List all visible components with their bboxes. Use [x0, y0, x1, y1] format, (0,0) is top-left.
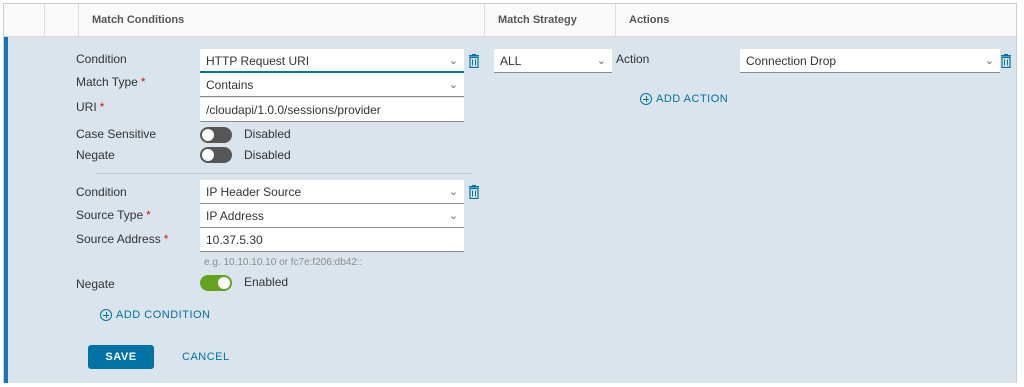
negate-label: Negate — [76, 277, 115, 291]
condition-label: Condition — [76, 185, 127, 199]
save-button[interactable]: SAVE — [88, 345, 154, 369]
case-sensitive-label: Case Sensitive — [76, 127, 157, 141]
source-address-input[interactable]: 10.37.5.30 — [200, 228, 464, 252]
column-separator — [484, 4, 485, 37]
plus-circle-icon — [640, 93, 652, 105]
source-type-select[interactable]: IP Address ⌄ — [200, 204, 464, 228]
chevron-down-icon: ⌄ — [984, 55, 994, 67]
match-strategy-select[interactable]: ALL ⌄ — [494, 49, 612, 73]
source-type-label: Source Type * — [76, 208, 151, 222]
condition-select[interactable]: IP Header Source ⌄ — [200, 180, 464, 204]
negate-toggle[interactable] — [200, 147, 232, 163]
rule-edit-panel: Condition HTTP Request URI ⌄ Match Type *… — [4, 37, 1016, 383]
trash-icon[interactable] — [1000, 54, 1012, 68]
action-select[interactable]: Connection Drop ⌄ — [740, 49, 1000, 73]
trash-icon[interactable] — [468, 185, 480, 199]
negate-state: Enabled — [244, 275, 289, 289]
match-type-select[interactable]: Contains ⌄ — [200, 73, 464, 97]
negate-label: Negate — [76, 148, 115, 162]
condition-select-value: HTTP Request URI — [206, 54, 310, 68]
source-type-select-value: IP Address — [206, 209, 264, 223]
chevron-down-icon: ⌄ — [448, 186, 458, 198]
column-separator — [615, 4, 616, 37]
chevron-down-icon: ⌄ — [448, 210, 458, 222]
chevron-down-icon: ⌄ — [596, 55, 606, 67]
grid-header: Match Conditions Match Strategy Actions — [4, 4, 1016, 37]
negate-toggle[interactable] — [200, 275, 232, 291]
source-address-label: Source Address * — [76, 232, 169, 246]
case-sensitive-toggle[interactable] — [200, 127, 232, 143]
match-strategy-value: ALL — [500, 54, 522, 68]
column-separator — [44, 4, 45, 37]
condition-divider — [96, 173, 472, 174]
negate-state: Disabled — [244, 148, 291, 162]
source-address-hint: e.g. 10.10.10.10 or fc7e:f206:db42:: — [204, 257, 363, 268]
chevron-down-icon: ⌄ — [448, 55, 458, 67]
cancel-button[interactable]: CANCEL — [182, 351, 230, 363]
rule-editor-grid: Match Conditions Match Strategy Actions … — [3, 3, 1017, 383]
trash-icon[interactable] — [468, 54, 480, 68]
add-action-label: ADD ACTION — [656, 93, 729, 105]
add-condition-button[interactable]: ADD CONDITION — [100, 309, 211, 321]
chevron-down-icon: ⌄ — [448, 79, 458, 91]
plus-circle-icon — [100, 309, 112, 321]
condition-select[interactable]: HTTP Request URI ⌄ — [200, 49, 464, 73]
add-action-button[interactable]: ADD ACTION — [640, 93, 728, 105]
header-match-conditions: Match Conditions — [92, 14, 185, 26]
column-separator — [78, 4, 79, 37]
action-select-value: Connection Drop — [746, 54, 837, 68]
condition-label: Condition — [76, 52, 127, 66]
add-condition-label: ADD CONDITION — [116, 309, 211, 321]
match-type-select-value: Contains — [206, 78, 254, 92]
header-actions: Actions — [629, 14, 670, 26]
header-match-strategy: Match Strategy — [498, 14, 577, 26]
uri-label: URI * — [76, 100, 105, 114]
case-sensitive-state: Disabled — [244, 127, 291, 141]
action-label: Action — [616, 52, 650, 66]
condition-select-value: IP Header Source — [206, 185, 302, 199]
match-type-label: Match Type * — [76, 75, 146, 89]
uri-input[interactable]: /cloudapi/1.0.0/sessions/provider — [200, 98, 464, 122]
